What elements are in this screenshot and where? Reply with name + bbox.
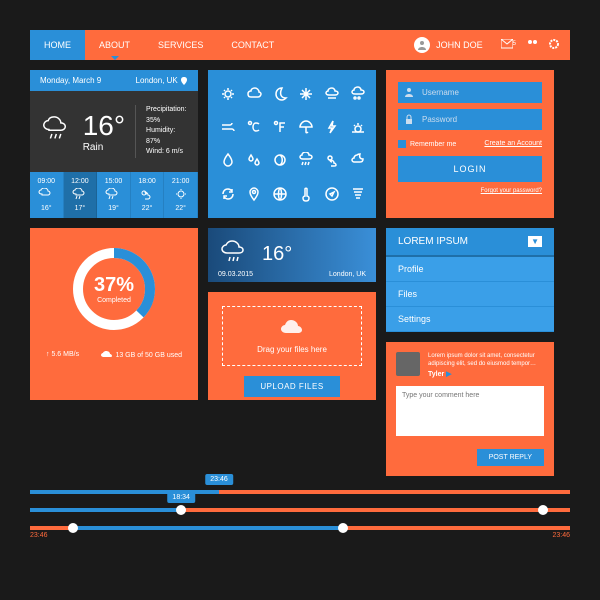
- remember-checkbox[interactable]: Remember me: [398, 140, 456, 148]
- play-icon: ▶: [446, 371, 451, 378]
- tornado-icon[interactable]: [350, 186, 366, 202]
- avatar-icon: [414, 37, 430, 53]
- progress-slider[interactable]: 18:34: [30, 508, 570, 512]
- progress-widget: 37%Completed ↑ 5.6 MB/s 13 GB of 50 GB u…: [30, 228, 198, 400]
- nav-home[interactable]: HOME: [30, 30, 85, 60]
- dropdown-item[interactable]: Settings: [386, 307, 554, 332]
- drops-icon[interactable]: [246, 152, 262, 168]
- moon-icon[interactable]: [272, 86, 288, 102]
- username-input[interactable]: [398, 82, 542, 103]
- progress-slider[interactable]: 23:46 23:46: [30, 526, 570, 530]
- nav-user[interactable]: JOHN DOE: [406, 37, 491, 53]
- forgot-password-link[interactable]: Forgot your password?: [481, 188, 542, 194]
- shower-icon[interactable]: [298, 152, 314, 168]
- weather-location: London, UK: [136, 76, 189, 85]
- post-reply-button[interactable]: POST REPLY: [477, 449, 544, 466]
- hour-slot[interactable]: 15:0019°: [97, 172, 131, 218]
- upload-widget: Drag your files here UPLOAD FILES: [208, 292, 376, 400]
- mini-temp: 16°: [262, 243, 292, 266]
- nav-services[interactable]: SERVICES: [144, 30, 217, 60]
- weather-temp: 16°: [83, 110, 125, 142]
- rain-cloud-icon: [218, 239, 250, 271]
- hourly-forecast: 09:0016° 12:0017° 15:0019° 18:0022° 21:0…: [30, 172, 198, 218]
- chevron-down-icon: ▼: [528, 236, 542, 247]
- drop-icon[interactable]: [220, 152, 236, 168]
- comment-text: Lorem ipsum dolor sit amet, consectetur …: [428, 352, 544, 369]
- password-input[interactable]: [398, 109, 542, 130]
- comment-input[interactable]: [396, 386, 544, 436]
- lock-icon: [404, 114, 414, 124]
- pin-icon[interactable]: [246, 186, 262, 202]
- cloud-icon[interactable]: [246, 86, 262, 102]
- storage-used: 13 GB of 50 GB used: [100, 350, 183, 360]
- snow-icon[interactable]: [298, 86, 314, 102]
- eclipse-icon[interactable]: [272, 152, 288, 168]
- comment-widget: Lorem ipsum dolor sit amet, consectetur …: [386, 342, 554, 477]
- login-button[interactable]: LOGIN: [398, 156, 542, 182]
- hail-icon[interactable]: [350, 86, 366, 102]
- upload-button[interactable]: UPLOAD FILES: [244, 376, 339, 397]
- fahrenheit-icon[interactable]: [272, 119, 288, 135]
- drop-zone[interactable]: Drag your files here: [222, 306, 362, 366]
- progress-slider[interactable]: 23:46: [30, 490, 570, 494]
- upload-speed: ↑ 5.6 MB/s: [46, 351, 79, 358]
- dropdown-toggle[interactable]: LOREM IPSUM▼: [386, 228, 554, 257]
- refresh-icon[interactable]: [220, 186, 236, 202]
- login-form: Remember me Create an Account LOGIN Forg…: [386, 70, 554, 218]
- commenter-avatar: [396, 352, 420, 376]
- hour-slot[interactable]: 18:0022°: [131, 172, 165, 218]
- weather-stats: Precipitation: 35% Humidity: 87% Wind: 6…: [135, 105, 188, 158]
- weather-icon-grid: [208, 70, 376, 218]
- sliders-group: 23:46 18:34 23:46 23:46: [30, 490, 570, 530]
- friends-icon[interactable]: [526, 38, 538, 52]
- user-icon: [404, 87, 414, 97]
- gear-icon[interactable]: [548, 38, 560, 52]
- thermometer-icon[interactable]: [298, 186, 314, 202]
- rain-cloud-icon: [40, 109, 73, 153]
- cloud-icon: [278, 317, 306, 337]
- night-cloud-icon[interactable]: [350, 152, 366, 168]
- user-name: JOHN DOE: [436, 40, 483, 50]
- compass-icon[interactable]: [324, 186, 340, 202]
- weather-date: Monday, March 9: [40, 76, 101, 85]
- dropdown-item[interactable]: Profile: [386, 257, 554, 282]
- partly-cloudy-icon[interactable]: [324, 152, 340, 168]
- sun-icon[interactable]: [220, 86, 236, 102]
- dropdown-item[interactable]: Files: [386, 282, 554, 307]
- mail-icon[interactable]: 5: [501, 39, 516, 51]
- celsius-icon[interactable]: [246, 119, 262, 135]
- commenter-name: Tyler ▶: [428, 370, 544, 378]
- sunrise-icon[interactable]: [350, 119, 366, 135]
- dropdown-menu: LOREM IPSUM▼ Profile Files Settings: [386, 228, 554, 332]
- hour-slot[interactable]: 21:0022°: [164, 172, 198, 218]
- lightning-icon[interactable]: [324, 119, 340, 135]
- umbrella-icon[interactable]: [298, 119, 314, 135]
- nav-contact[interactable]: CONTACT: [217, 30, 288, 60]
- hour-slot[interactable]: 09:0016°: [30, 172, 64, 218]
- progress-percent: 37%: [94, 274, 134, 297]
- globe-icon[interactable]: [272, 186, 288, 202]
- wind-icon[interactable]: [220, 119, 236, 135]
- weather-widget: Monday, March 9 London, UK 16° Rain Prec…: [30, 70, 198, 218]
- overcast-icon[interactable]: [324, 86, 340, 102]
- create-account-link[interactable]: Create an Account: [484, 140, 542, 148]
- top-nav: HOME ABOUT SERVICES CONTACT JOHN DOE 5: [30, 30, 570, 60]
- hour-slot[interactable]: 12:0017°: [64, 172, 98, 218]
- weather-condition: Rain: [83, 142, 125, 153]
- nav-about[interactable]: ABOUT: [85, 30, 144, 60]
